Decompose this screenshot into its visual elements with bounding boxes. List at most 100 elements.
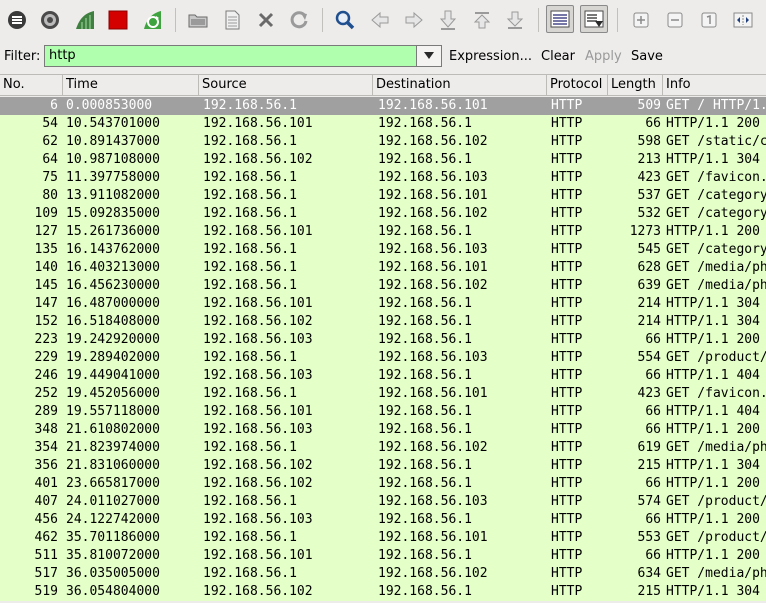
column-header-length[interactable]: Length xyxy=(608,75,663,96)
packet-time: 16.403213000 xyxy=(66,260,160,275)
table-row[interactable]: 289 19.557118000 192.168.56.101 192.168.56.… xyxy=(0,403,766,421)
expression-button[interactable]: Expression... xyxy=(449,49,532,64)
packet-number: 140 xyxy=(34,260,58,275)
packet-time: 23.665817000 xyxy=(66,476,160,491)
toolbar-separator xyxy=(175,8,176,32)
table-row[interactable]: 401 23.665817000 192.168.56.102 192.168.56.… xyxy=(0,475,766,493)
packet-protocol: HTTP xyxy=(551,458,583,473)
filter-history-dropdown[interactable] xyxy=(417,45,442,67)
packet-time: 16.518408000 xyxy=(66,314,160,329)
column-header-source[interactable]: Source xyxy=(199,75,373,96)
packet-source: 192.168.56.1 xyxy=(203,494,297,509)
table-row[interactable]: 407 24.011027000 192.168.56.1 192.168.56.10… xyxy=(0,493,766,511)
table-row[interactable]: 519 36.054804000 192.168.56.102 192.168.56.… xyxy=(0,583,766,601)
colorize-icon[interactable] xyxy=(546,5,574,33)
open-file-icon[interactable] xyxy=(186,7,210,33)
go-forward-icon[interactable] xyxy=(402,7,426,33)
packet-info: GET /media/ph xyxy=(666,566,766,581)
save-file-icon[interactable] xyxy=(220,7,244,33)
last-packet-icon[interactable] xyxy=(503,7,527,33)
find-packet-icon[interactable] xyxy=(333,7,357,33)
table-row[interactable]: 75 11.397758000 192.168.56.1 192.168.56.103… xyxy=(0,169,766,187)
display-filter-input[interactable]: http xyxy=(44,45,417,67)
table-row[interactable]: 64 10.987108000 192.168.56.102 192.168.56.1… xyxy=(0,151,766,169)
table-row[interactable]: 54 10.543701000 192.168.56.101 192.168.56.1… xyxy=(0,115,766,133)
table-row[interactable]: 456 24.122742000 192.168.56.103 192.168.56.… xyxy=(0,511,766,529)
zoom-out-icon[interactable] xyxy=(663,7,687,33)
packet-protocol: HTTP xyxy=(551,422,583,437)
interfaces-icon[interactable] xyxy=(5,7,29,33)
toolbar-separator xyxy=(322,8,323,32)
column-header-info[interactable]: Info xyxy=(663,75,766,96)
table-row[interactable]: 356 21.831060000 192.168.56.102 192.168.56.… xyxy=(0,457,766,475)
table-row[interactable]: 152 16.518408000 192.168.56.102 192.168.56.… xyxy=(0,313,766,331)
table-row[interactable]: 354 21.823974000 192.168.56.1 192.168.56.10… xyxy=(0,439,766,457)
table-row[interactable]: 517 36.035005000 192.168.56.1 192.168.56.10… xyxy=(0,565,766,583)
go-back-icon[interactable] xyxy=(368,7,392,33)
packet-protocol: HTTP xyxy=(551,404,583,419)
column-header-protocol[interactable]: Protocol xyxy=(547,75,608,96)
table-row[interactable]: 80 13.911082000 192.168.56.1 192.168.56.101… xyxy=(0,187,766,205)
packet-protocol: HTTP xyxy=(551,314,583,329)
options-icon[interactable] xyxy=(38,7,62,33)
table-row[interactable]: 252 19.452056000 192.168.56.1 192.168.56.10… xyxy=(0,385,766,403)
packet-protocol: HTTP xyxy=(551,512,583,527)
auto-scroll-icon[interactable] xyxy=(580,5,608,33)
packet-time: 13.911082000 xyxy=(66,188,160,203)
packet-source: 192.168.56.101 xyxy=(203,548,313,563)
packet-source: 192.168.56.1 xyxy=(203,260,297,275)
packet-destination: 192.168.56.1 xyxy=(378,584,472,599)
table-row[interactable]: 511 35.810072000 192.168.56.101 192.168.56.… xyxy=(0,547,766,565)
close-file-icon[interactable] xyxy=(254,7,278,33)
first-packet-icon[interactable] xyxy=(470,7,494,33)
packet-length: 423 xyxy=(637,386,661,401)
zoom-in-icon[interactable] xyxy=(629,7,653,33)
packet-info: GET /product/ xyxy=(666,530,766,545)
table-row[interactable]: 127 15.261736000 192.168.56.101 192.168.56.… xyxy=(0,223,766,241)
save-filter-button[interactable]: Save xyxy=(631,49,663,64)
reload-icon[interactable] xyxy=(287,7,311,33)
packet-destination: 192.168.56.101 xyxy=(378,98,488,113)
packet-destination: 192.168.56.103 xyxy=(378,170,488,185)
packet-source: 192.168.56.1 xyxy=(203,188,297,203)
clear-button[interactable]: Clear xyxy=(541,49,575,64)
column-header-time[interactable]: Time xyxy=(63,75,199,96)
packet-info: GET /media/ph xyxy=(666,278,766,293)
packet-destination: 192.168.56.103 xyxy=(378,494,488,509)
table-row[interactable]: 135 16.143762000 192.168.56.1 192.168.56.10… xyxy=(0,241,766,259)
column-header-no[interactable]: No. xyxy=(0,75,63,96)
packet-destination: 192.168.56.1 xyxy=(378,296,472,311)
table-row[interactable]: 145 16.456230000 192.168.56.1 192.168.56.10… xyxy=(0,277,766,295)
table-row[interactable]: 462 35.701186000 192.168.56.1 192.168.56.10… xyxy=(0,529,766,547)
start-capture-icon[interactable] xyxy=(73,7,97,33)
table-row[interactable]: 147 16.487000000 192.168.56.101 192.168.56.… xyxy=(0,295,766,313)
table-row[interactable]: 348 21.610802000 192.168.56.103 192.168.56.… xyxy=(0,421,766,439)
packet-protocol: HTTP xyxy=(551,368,583,383)
table-row[interactable]: 6 0.000853000 192.168.56.1 192.168.56.101 HT… xyxy=(0,97,766,115)
packet-info: HTTP/1.1 404 xyxy=(666,368,760,383)
go-to-packet-icon[interactable] xyxy=(436,7,460,33)
resize-columns-icon[interactable] xyxy=(731,7,755,33)
packet-destination: 192.168.56.1 xyxy=(378,116,472,131)
table-row[interactable]: 140 16.403213000 192.168.56.1 192.168.56.10… xyxy=(0,259,766,277)
table-row[interactable]: 246 19.449041000 192.168.56.103 192.168.56.… xyxy=(0,367,766,385)
packet-protocol: HTTP xyxy=(551,278,583,293)
table-row[interactable]: 109 15.092835000 192.168.56.1 192.168.56.10… xyxy=(0,205,766,223)
packet-protocol: HTTP xyxy=(551,98,583,113)
table-row[interactable]: 229 19.289402000 192.168.56.1 192.168.56.10… xyxy=(0,349,766,367)
packet-length: 66 xyxy=(645,512,661,527)
normal-size-icon[interactable] xyxy=(697,7,721,33)
packet-time: 19.557118000 xyxy=(66,404,160,419)
column-header-destination[interactable]: Destination xyxy=(373,75,547,96)
apply-button[interactable]: Apply xyxy=(585,49,622,64)
restart-capture-icon[interactable] xyxy=(140,7,164,33)
packet-source: 192.168.56.102 xyxy=(203,314,313,329)
packet-info: GET /category xyxy=(666,242,766,257)
stop-capture-icon[interactable] xyxy=(106,7,130,33)
table-row[interactable]: 223 19.242920000 192.168.56.103 192.168.56.… xyxy=(0,331,766,349)
packet-number: 401 xyxy=(34,476,58,491)
packet-info: HTTP/1.1 200 xyxy=(666,332,760,347)
packet-source: 192.168.56.101 xyxy=(203,224,313,239)
packet-length: 574 xyxy=(637,494,661,509)
table-row[interactable]: 62 10.891437000 192.168.56.1 192.168.56.102… xyxy=(0,133,766,151)
